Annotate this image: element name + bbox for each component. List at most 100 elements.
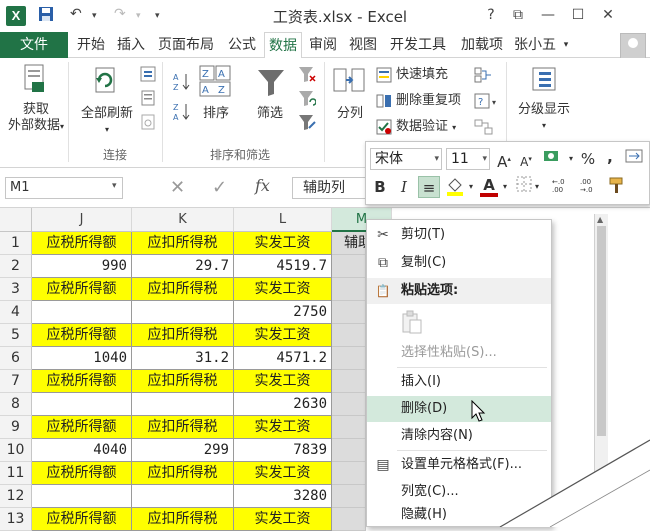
- menu-item-copy[interactable]: ⧉ 复制(C): [367, 250, 551, 276]
- reapply-filter-icon[interactable]: [298, 90, 317, 111]
- cell-j8[interactable]: [32, 393, 132, 416]
- confirm-entry-icon[interactable]: ✓: [212, 177, 227, 198]
- cell-k9[interactable]: 应扣所得税: [132, 416, 234, 439]
- cell-k1[interactable]: 应扣所得税: [132, 232, 234, 255]
- sort-za-icon[interactable]: ZA: [172, 102, 192, 125]
- cancel-entry-icon[interactable]: ✕: [170, 177, 185, 198]
- insert-function-icon[interactable]: fx: [255, 176, 270, 195]
- row-header[interactable]: 11: [0, 462, 32, 485]
- avatar[interactable]: [620, 33, 646, 59]
- cell-k5[interactable]: 应扣所得税: [132, 324, 234, 347]
- column-header-k[interactable]: K: [132, 208, 234, 232]
- cell-k3[interactable]: 应扣所得税: [132, 278, 234, 301]
- cell-j12[interactable]: [32, 485, 132, 508]
- menu-item-paste-clipboard[interactable]: [367, 306, 551, 340]
- fill-color-dropdown-icon[interactable]: ▾: [466, 176, 476, 198]
- italic-button[interactable]: I: [394, 176, 414, 198]
- cell-l6[interactable]: 4571.2: [234, 347, 332, 370]
- percent-style-button[interactable]: %: [578, 148, 598, 170]
- cell-l1[interactable]: 实发工资: [234, 232, 332, 255]
- row-header[interactable]: 7: [0, 370, 32, 393]
- align-center-button[interactable]: ≡: [418, 176, 440, 198]
- ribbon-display-options-icon[interactable]: ⧉: [505, 4, 531, 26]
- menu-item-cut[interactable]: ✂ 剪切(T): [367, 222, 551, 248]
- cell-m4[interactable]: [332, 301, 366, 324]
- close-button[interactable]: ✕: [595, 4, 621, 26]
- cell-k11[interactable]: 应扣所得税: [132, 462, 234, 485]
- cell-l8[interactable]: 2630: [234, 393, 332, 416]
- cell-j1[interactable]: 应税所得额: [32, 232, 132, 255]
- cell-j13[interactable]: 应税所得额: [32, 508, 132, 531]
- bold-button[interactable]: B: [370, 176, 390, 198]
- row-header[interactable]: 1: [0, 232, 32, 255]
- cell-m9[interactable]: [332, 416, 366, 439]
- cell-m13[interactable]: [332, 508, 366, 531]
- cell-j5[interactable]: 应税所得额: [32, 324, 132, 347]
- cell-l4[interactable]: 2750: [234, 301, 332, 324]
- column-header-j[interactable]: J: [32, 208, 132, 232]
- minimize-button[interactable]: —: [535, 4, 561, 26]
- row-header[interactable]: 2: [0, 255, 32, 278]
- row-header[interactable]: 4: [0, 301, 32, 324]
- user-name[interactable]: 张小五: [512, 32, 558, 58]
- cell-l11[interactable]: 实发工资: [234, 462, 332, 485]
- redo-icon[interactable]: ↷: [114, 6, 126, 22]
- cell-l7[interactable]: 实发工资: [234, 370, 332, 393]
- cell-l3[interactable]: 实发工资: [234, 278, 332, 301]
- redo-dropdown-icon[interactable]: ▾: [136, 11, 141, 21]
- cell-j4[interactable]: [32, 301, 132, 324]
- maximize-button[interactable]: ☐: [565, 4, 591, 26]
- edit-links-icon[interactable]: [140, 114, 156, 133]
- font-color-button[interactable]: A: [478, 174, 500, 197]
- refresh-all-button[interactable]: 全部刷新 ▾: [76, 106, 138, 138]
- help-button[interactable]: ?: [478, 4, 504, 26]
- row-header[interactable]: 13: [0, 508, 32, 531]
- cell-m3[interactable]: [332, 278, 366, 301]
- menu-item-insert[interactable]: 插入(I): [367, 369, 551, 395]
- clear-filter-icon[interactable]: [298, 66, 316, 87]
- row-header[interactable]: 12: [0, 485, 32, 508]
- tab-data[interactable]: 数据: [264, 32, 302, 59]
- row-header[interactable]: 5: [0, 324, 32, 347]
- row-header[interactable]: 9: [0, 416, 32, 439]
- cell-j7[interactable]: 应税所得额: [32, 370, 132, 393]
- font-name-combo[interactable]: 宋体 ▾: [370, 148, 442, 170]
- cell-m7[interactable]: [332, 370, 366, 393]
- cell-l2[interactable]: 4519.7: [234, 255, 332, 278]
- cell-l10[interactable]: 7839: [234, 439, 332, 462]
- cell-j6[interactable]: 1040: [32, 347, 132, 370]
- tab-home[interactable]: 开始: [74, 32, 108, 58]
- font-size-combo[interactable]: 11 ▾: [446, 148, 490, 170]
- cell-j9[interactable]: 应税所得额: [32, 416, 132, 439]
- tab-view[interactable]: 视图: [346, 32, 380, 58]
- tab-review[interactable]: 审阅: [306, 32, 340, 58]
- advanced-filter-icon[interactable]: [298, 114, 316, 135]
- consolidate-icon[interactable]: [474, 67, 492, 86]
- what-if-analysis-icon[interactable]: ? ▾: [474, 93, 500, 112]
- remove-duplicates-button[interactable]: 删除重复项: [396, 91, 461, 111]
- tab-file[interactable]: 文件: [0, 32, 68, 58]
- cell-m1[interactable]: 辅助: [332, 232, 366, 255]
- cell-k12[interactable]: [132, 485, 234, 508]
- cell-m2[interactable]: [332, 255, 366, 278]
- row-header[interactable]: 8: [0, 393, 32, 416]
- cell-m11[interactable]: [332, 462, 366, 485]
- cell-j10[interactable]: 4040: [32, 439, 132, 462]
- properties-icon[interactable]: [140, 90, 156, 109]
- connections-icon[interactable]: [140, 66, 156, 85]
- cell-k4[interactable]: [132, 301, 234, 324]
- cell-l13[interactable]: 实发工资: [234, 508, 332, 531]
- increase-decimal-button[interactable]: ←.0.00: [550, 176, 574, 198]
- cell-j11[interactable]: 应税所得额: [32, 462, 132, 485]
- grow-font-button[interactable]: A▴: [494, 148, 514, 171]
- sort-az-icon[interactable]: AZ: [172, 72, 192, 95]
- cell-k13[interactable]: 应扣所得税: [132, 508, 234, 531]
- cell-m12[interactable]: [332, 485, 366, 508]
- cell-k6[interactable]: 31.2: [132, 347, 234, 370]
- cell-l12[interactable]: 3280: [234, 485, 332, 508]
- row-header[interactable]: 10: [0, 439, 32, 462]
- tab-developer[interactable]: 开发工具: [386, 32, 450, 58]
- filter-button[interactable]: 筛选: [250, 106, 290, 122]
- select-all-corner[interactable]: [0, 208, 32, 232]
- user-dropdown-icon[interactable]: ▾: [560, 32, 572, 58]
